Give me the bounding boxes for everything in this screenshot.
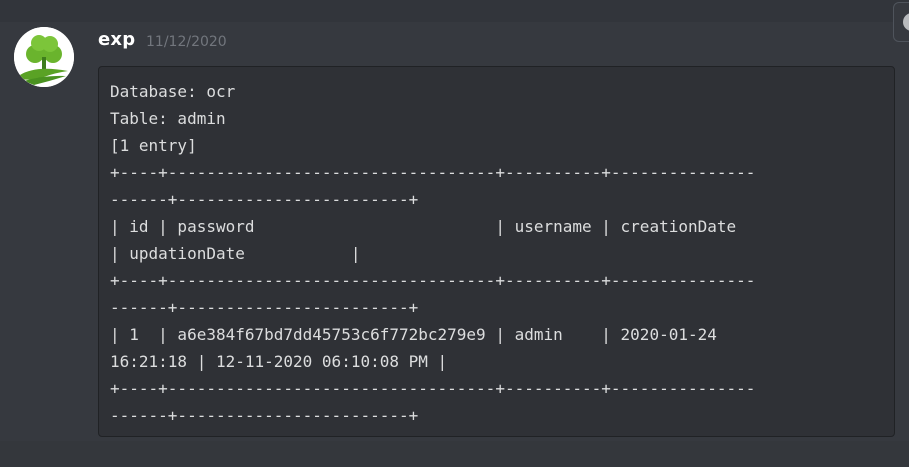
code-line: Database: ocr [110,82,236,101]
code-line: [1 entry] [110,136,197,155]
code-line: | updationDate | [110,244,361,263]
code-line: Table: admin [110,109,226,128]
code-line: +----+----------------------------------… [110,163,756,182]
chat-message: exp 11/12/2020 Database: ocr Table: admi… [0,0,909,467]
message-action-button[interactable] [893,2,909,42]
code-block: Database: ocr Table: admin [1 entry] +--… [98,66,895,437]
code-line: | id | password | username | creationDat… [110,217,737,236]
code-content: Database: ocr Table: admin [1 entry] +--… [110,78,755,429]
message-author[interactable]: exp [98,29,135,50]
code-line: +----+----------------------------------… [110,271,756,290]
code-line: | 1 | a6e384f67bd7dd45753c6f772bc279e9 |… [110,325,717,344]
user-avatar[interactable] [14,27,74,87]
code-line: 16:21:18 | 12-11-2020 06:10:08 PM | [110,352,448,371]
message-timestamp: 11/12/2020 [146,34,227,50]
code-line: ------+------------------------+ [110,298,419,317]
tree-logo-icon [14,27,74,87]
code-line: ------+------------------------+ [110,406,419,425]
code-line: +----+----------------------------------… [110,379,756,398]
reaction-icon [903,13,909,31]
code-line: ------+------------------------+ [110,190,419,209]
